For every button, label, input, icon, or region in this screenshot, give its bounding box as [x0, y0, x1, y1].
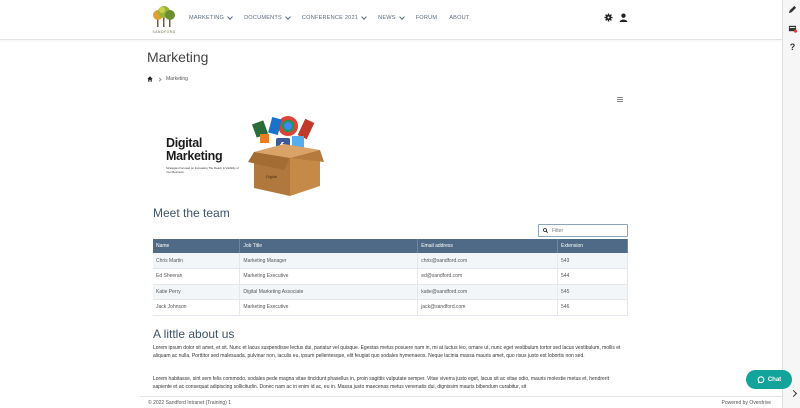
column-header-email[interactable]: Email address	[417, 239, 559, 253]
nav-news[interactable]: NEWS	[378, 14, 405, 21]
nav-conference[interactable]: CONFERENCE 2021	[301, 14, 367, 21]
nav-about[interactable]: ABOUT	[449, 15, 469, 21]
cell-job-title: Marketing Executive	[239, 268, 419, 285]
cell-name: Katie Perry	[153, 284, 241, 300]
table-header-row: Name Job Title Email address Extension	[153, 239, 628, 253]
nav-label: CONFERENCE 2021	[301, 15, 359, 21]
svg-text:?: ?	[790, 42, 796, 51]
nav-forum[interactable]: FORUM	[416, 15, 438, 21]
svg-text:Digital: Digital	[266, 174, 277, 179]
box-with-social-icons-icon: f Digital	[248, 116, 324, 196]
team-heading: Meet the team	[153, 206, 230, 220]
page-settings-icon[interactable]	[788, 24, 797, 33]
cell-email: ed@sandford.com	[417, 268, 559, 285]
nav-marketing[interactable]: MARKETING	[189, 14, 233, 21]
cell-job-title: Digital Marketing Associate	[239, 284, 419, 300]
cell-extension: 546	[557, 299, 628, 316]
sandford-logo[interactable]: SANDFORD	[151, 5, 177, 34]
trees-logo-icon	[153, 6, 175, 27]
hamburger-menu-icon[interactable]	[617, 97, 623, 102]
pencil-icon[interactable]	[788, 5, 797, 14]
breadcrumb: Marketing	[147, 76, 188, 82]
banner-subtitle: Strategies Focused on Increasing The Rea…	[166, 166, 239, 174]
cell-extension: 544	[557, 268, 628, 285]
cell-email: katie@sandford.com	[417, 284, 559, 300]
cell-extension: 543	[557, 253, 628, 269]
chat-bubble-icon	[757, 375, 765, 384]
cell-job-title: Marketing Executive	[239, 299, 419, 316]
footer: © 2022 Sandford Intranet (Training) 1 Po…	[140, 396, 782, 408]
nav-label: ABOUT	[449, 15, 470, 21]
home-icon[interactable]	[147, 76, 153, 82]
nav-label: DOCUMENTS	[244, 15, 282, 21]
main-nav: MARKETING DOCUMENTS CONFERENCE 2021 NEWS…	[189, 14, 481, 21]
table-row: Chris Martin Marketing Manager chris@san…	[153, 253, 628, 269]
top-icons	[604, 13, 628, 22]
breadcrumb-current: Marketing	[166, 76, 188, 82]
nav-label: FORUM	[415, 15, 438, 21]
chevron-right-icon	[157, 76, 162, 82]
table-row: Ed Sheeran Marketing Executive ed@sandfo…	[153, 268, 628, 285]
about-paragraph-2: Lorem habitasse, sint sem felis commodo,…	[153, 376, 609, 390]
cell-name: Ed Sheeran	[153, 268, 241, 285]
banner-title: Digital Marketing	[166, 137, 223, 163]
cell-job-title: Marketing Manager	[239, 253, 419, 269]
cell-email: chris@sandford.com	[417, 253, 559, 269]
logo-text: SANDFORD	[152, 30, 176, 34]
column-header-job-title[interactable]: Job Title	[239, 239, 419, 253]
gear-icon[interactable]	[604, 13, 613, 22]
about-heading: A little about us	[153, 327, 235, 341]
top-navigation-bar: SANDFORD MARKETING DOCUMENTS CONFERENCE …	[0, 0, 782, 40]
filter-input[interactable]	[552, 227, 622, 234]
footer-powered-by[interactable]: Powered by Overdrive	[722, 400, 771, 406]
chevron-down-icon	[361, 14, 367, 20]
column-header-extension[interactable]: Extension	[557, 239, 628, 253]
page-title: Marketing	[147, 49, 209, 65]
cell-name: Chris Martin	[153, 253, 241, 269]
about-paragraph-1: Lorem ipsum dolor sit amet, et sit. Nunc…	[153, 345, 621, 359]
user-profile-icon[interactable]	[619, 13, 628, 22]
cell-email: jack@sandford.com	[417, 299, 559, 316]
chevron-down-icon	[398, 14, 405, 20]
cell-extension: 545	[557, 284, 628, 300]
nav-label: MARKETING	[189, 15, 225, 21]
filter-field[interactable]	[538, 224, 628, 237]
cell-name: Jack Johnson	[153, 299, 241, 316]
search-icon	[543, 228, 548, 233]
banner-title-line2: Marketing	[166, 149, 223, 163]
column-header-name[interactable]: Name	[153, 239, 241, 253]
chevron-down-icon	[227, 14, 233, 20]
nav-documents[interactable]: DOCUMENTS	[244, 14, 291, 21]
chat-label: Chat	[767, 376, 782, 383]
chat-button[interactable]: Chat	[746, 370, 792, 389]
chevron-down-icon	[285, 14, 291, 20]
nav-label: NEWS	[378, 15, 396, 21]
table-row: Katie Perry Digital Marketing Associate …	[153, 284, 628, 300]
table-row: Jack Johnson Marketing Executive jack@sa…	[153, 299, 628, 316]
help-icon[interactable]: ?	[788, 42, 797, 51]
footer-copyright: © 2022 Sandford Intranet (Training) 1	[148, 400, 231, 406]
right-tool-rail: ?	[782, 0, 800, 408]
digital-marketing-banner: Digital Marketing Strategies Focused on …	[163, 110, 328, 200]
team-table: Name Job Title Email address Extension C…	[153, 239, 628, 316]
